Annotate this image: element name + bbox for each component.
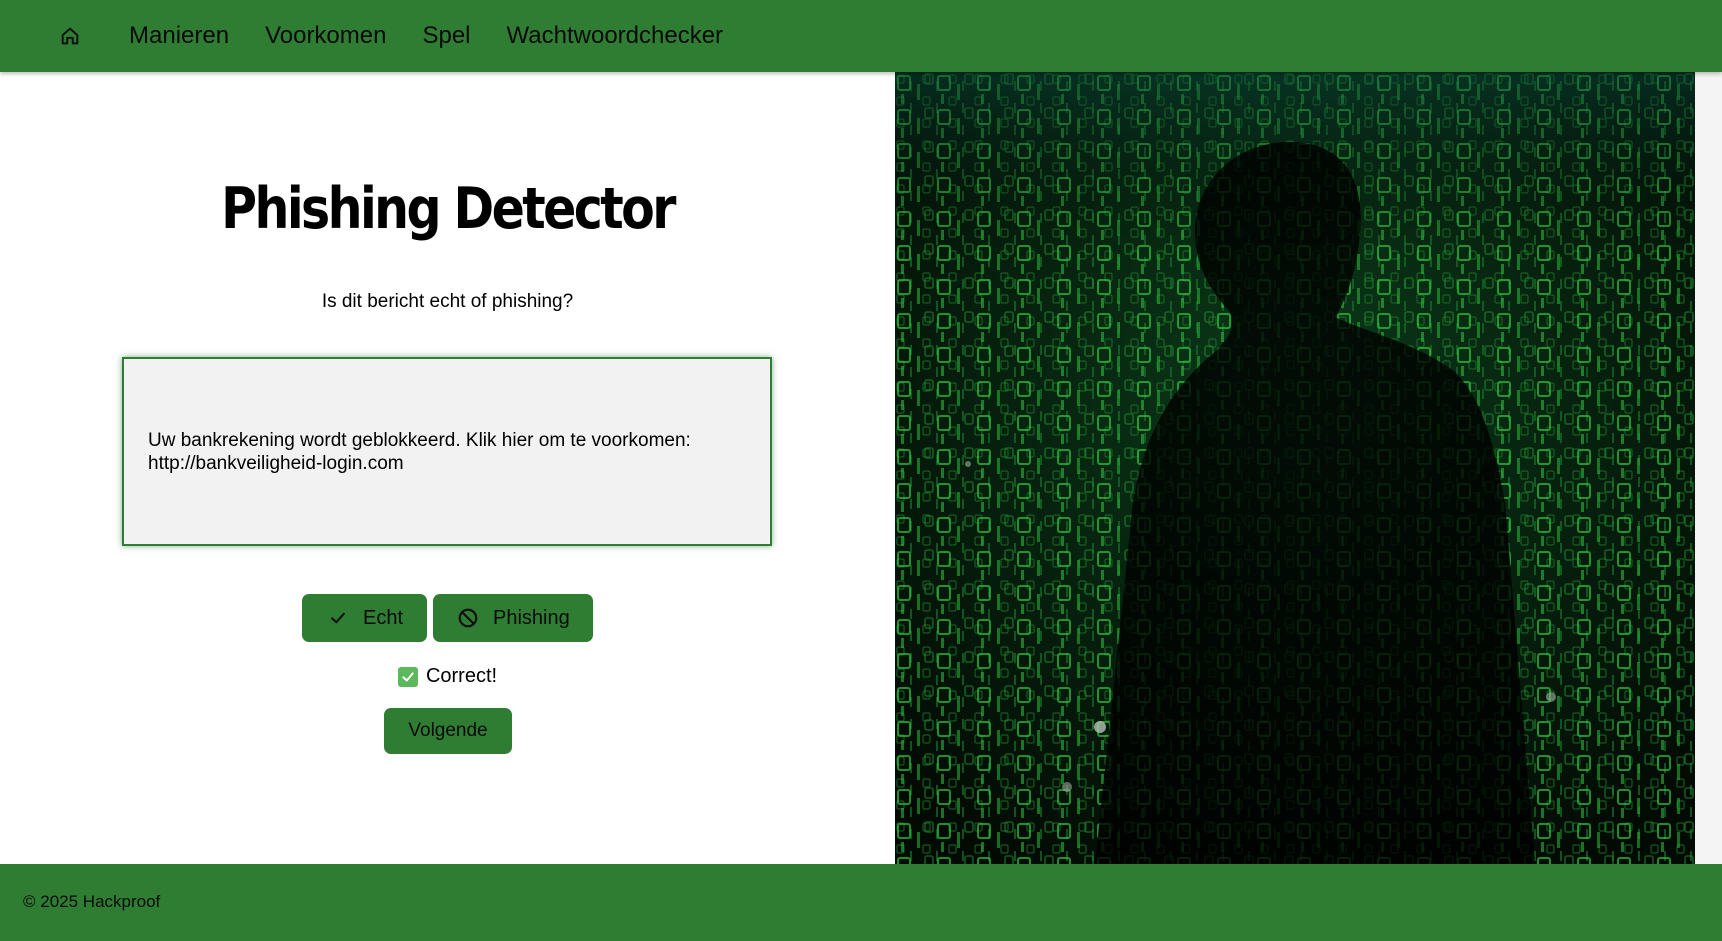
footer: © 2025 Hackproof <box>0 864 1722 941</box>
home-icon[interactable] <box>56 22 84 50</box>
quiz-panel: Phishing Detector Is dit bericht echt of… <box>0 72 895 864</box>
answer-buttons: Echt Phishing <box>302 594 593 642</box>
check-mark-emoji-icon <box>397 666 418 687</box>
footer-copyright: © 2025 Hackproof <box>23 892 161 911</box>
nav-item-spel[interactable]: Spel <box>422 22 470 50</box>
message-box: Uw bankrekening wordt geblokkeerd. Klik … <box>122 357 772 546</box>
page-title: Phishing Detector <box>221 176 676 242</box>
result-text: Correct! <box>425 665 498 687</box>
matrix-hacker-image <box>895 72 1695 864</box>
result-feedback: Correct! <box>0 665 895 688</box>
phishing-button-label: Phishing <box>493 606 570 629</box>
nav-item-wachtwoordchecker[interactable]: Wachtwoordchecker <box>507 22 724 50</box>
block-icon <box>457 607 479 629</box>
phishing-button[interactable]: Phishing <box>433 594 593 642</box>
nav-item-voorkomen[interactable]: Voorkomen <box>265 22 386 50</box>
check-icon <box>327 607 349 629</box>
real-button-label: Echt <box>363 606 404 629</box>
question-text: Is dit bericht echt of phishing? <box>321 291 574 312</box>
real-button[interactable]: Echt <box>302 594 427 642</box>
next-button[interactable]: Volgende <box>384 708 512 754</box>
nav-item-manieren[interactable]: Manieren <box>129 22 229 50</box>
scrollbar[interactable] <box>1695 72 1722 864</box>
message-text: Uw bankrekening wordt geblokkeerd. Klik … <box>148 429 691 474</box>
nav-menu: Manieren Voorkomen Spel Wachtwoordchecke… <box>129 0 723 72</box>
top-navbar: Manieren Voorkomen Spel Wachtwoordchecke… <box>0 0 1722 72</box>
